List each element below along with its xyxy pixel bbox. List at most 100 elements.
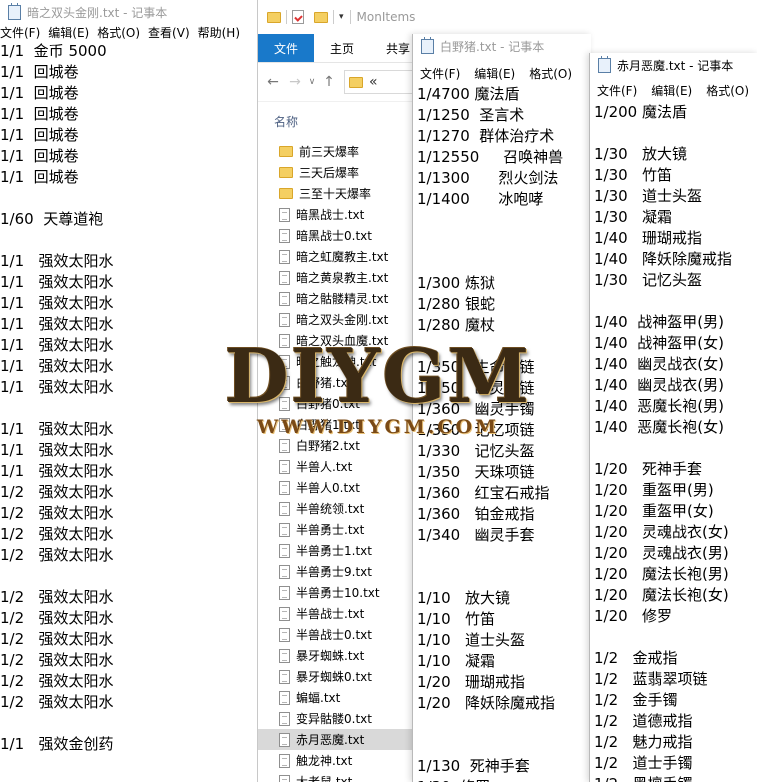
file-item[interactable]: 暗之骷髅精灵.txt <box>258 288 434 309</box>
file-name: 半兽统领.txt <box>296 502 365 516</box>
menu-file[interactable]: 文件(F) <box>420 65 460 82</box>
column-header-name[interactable]: 名称 <box>258 108 434 134</box>
file-item[interactable]: 白野猪2.txt <box>258 435 434 456</box>
text-line: 1/1 金币 5000 <box>0 42 107 60</box>
text-file-icon <box>279 480 290 495</box>
text-file-icon <box>279 249 290 264</box>
text-line: 1/1 强效太阳水 <box>0 441 114 459</box>
file-item[interactable]: 变异骷髅0.txt <box>258 708 434 729</box>
notepad-icon <box>8 2 21 20</box>
file-item[interactable]: 暗之双头金刚.txt <box>258 309 434 330</box>
text-area[interactable]: 1/4700 魔法盾 1/1250 圣言术 1/1270 群体治疗术 1/12550 … <box>417 84 591 782</box>
text-line: 1/1300 烈火剑法 <box>417 169 559 187</box>
file-name: 赤月恶魔.txt <box>296 733 365 747</box>
file-item[interactable]: 赤月恶魔.txt <box>258 729 434 750</box>
text-file-icon <box>279 354 290 369</box>
file-item[interactable]: 半兽战士.txt <box>258 603 434 624</box>
folder-item[interactable]: 三天后爆率 <box>258 162 434 183</box>
menu-edit[interactable]: 编辑(E) <box>651 82 692 99</box>
file-item[interactable]: 半兽勇士1.txt <box>258 540 434 561</box>
text-line <box>594 291 757 312</box>
text-line: 1/30 道士头盔 <box>594 187 702 205</box>
text-line: 1/360 红宝石戒指 <box>417 484 550 502</box>
back-arrow-icon[interactable]: ← <box>262 74 284 90</box>
text-file-icon <box>279 606 290 621</box>
menu-edit[interactable]: 编辑(E) <box>474 65 515 82</box>
folder-item[interactable]: 前三天爆率 <box>258 141 434 162</box>
file-item[interactable]: 暗黑战士0.txt <box>258 225 434 246</box>
text-area[interactable]: 1/200 魔法盾 1/30 放大镜 1/30 竹笛 1/30 道士头盔 1/30 凝霜… <box>594 102 757 782</box>
address-breadcrumb[interactable]: « <box>369 74 378 90</box>
file-item[interactable]: 白野猪1.txt <box>258 414 434 435</box>
text-line: 1/1 回城卷 <box>0 105 79 123</box>
menu-format[interactable]: 格式(O) <box>706 82 749 99</box>
text-file-icon <box>279 501 290 516</box>
file-item[interactable]: 半兽人.txt <box>258 456 434 477</box>
text-file-icon <box>279 753 290 768</box>
file-item[interactable]: 暗之黄泉教主.txt <box>258 267 434 288</box>
folder-icon <box>279 167 293 178</box>
file-item[interactable]: 蝙蝠.txt <box>258 687 434 708</box>
file-name: 半兽勇士1.txt <box>296 544 372 558</box>
menu-file[interactable]: 文件(F) <box>0 24 40 41</box>
text-file-icon <box>279 543 290 558</box>
notepad-icon <box>598 55 611 73</box>
text-line: 1/20 灵魂战衣(男) <box>594 544 729 562</box>
menu-edit[interactable]: 编辑(E) <box>48 24 89 41</box>
file-name: 半兽勇士9.txt <box>296 565 372 579</box>
tab-file[interactable]: 文件 <box>258 34 314 62</box>
file-item[interactable]: 触龙神.txt <box>258 750 434 771</box>
file-item[interactable]: 暗之虹魔教主.txt <box>258 246 434 267</box>
menu-file[interactable]: 文件(F) <box>597 82 637 99</box>
text-line <box>0 713 262 734</box>
file-item[interactable]: 大老鼠.txt <box>258 771 434 782</box>
text-line: 1/1250 圣言术 <box>417 106 525 124</box>
text-line: 1/30 修罗 <box>417 777 591 782</box>
file-item[interactable]: 白野猪.txt <box>258 372 434 393</box>
navigation-bar: ← → ∨ ↑ « <box>258 63 434 102</box>
window-title: 白野猪.txt - 记事本 <box>440 39 545 54</box>
text-file-icon <box>279 396 290 411</box>
text-line: 1/2 强效太阳水 <box>0 504 114 522</box>
file-item[interactable]: 暴牙蜘蛛0.txt <box>258 666 434 687</box>
text-line: 1/2 金戒指 <box>594 649 678 667</box>
text-line: 1/340 幽灵手套 <box>417 526 535 544</box>
recent-dropdown-icon[interactable]: ∨ <box>306 77 318 87</box>
up-arrow-icon[interactable]: ↑ <box>318 74 340 90</box>
file-item[interactable]: 暗黑战士.txt <box>258 204 434 225</box>
file-item[interactable]: 半兽勇士9.txt <box>258 561 434 582</box>
text-line: 1/40 恶魔长袍(女) <box>594 418 724 436</box>
tab-home[interactable]: 主页 <box>314 40 370 57</box>
menu-help[interactable]: 帮助(H) <box>198 24 240 41</box>
folder-item[interactable]: 三至十天爆率 <box>258 183 434 204</box>
menu-format[interactable]: 格式(O) <box>97 24 140 41</box>
text-area[interactable]: 1/1 金币 5000 1/1 回城卷 1/1 回城卷 1/1 回城卷 1/1 回城卷 1… <box>0 41 262 755</box>
text-line: 1/2 强效太阳水 <box>0 630 114 648</box>
text-line: 1/1 强效太阳水 <box>0 378 114 396</box>
text-file-icon <box>279 375 290 390</box>
file-item[interactable]: 半兽勇士.txt <box>258 519 434 540</box>
notepad-titlebar: 赤月恶魔.txt - 记事本 <box>590 53 757 77</box>
menu-bar: 文件(F) 编辑(E) 格式(O) <box>413 65 591 82</box>
file-item[interactable]: 暗之双头血魔.txt <box>258 330 434 351</box>
properties-icon[interactable] <box>292 10 304 24</box>
text-line: 1/2 道士手镯 <box>594 754 693 772</box>
file-item[interactable]: 半兽人0.txt <box>258 477 434 498</box>
file-item[interactable]: 半兽勇士10.txt <box>258 582 434 603</box>
file-item[interactable]: 暴牙蜘蛛.txt <box>258 645 434 666</box>
text-line: 1/1 强效金创药 <box>0 735 114 753</box>
file-name: 半兽勇士10.txt <box>296 586 380 600</box>
file-item[interactable]: 半兽战士0.txt <box>258 624 434 645</box>
forward-arrow-icon[interactable]: → <box>284 74 306 90</box>
file-item[interactable]: 半兽统领.txt <box>258 498 434 519</box>
menu-format[interactable]: 格式(O) <box>529 65 572 82</box>
file-item[interactable]: 暗之触龙神.txt <box>258 351 434 372</box>
text-line: 1/1 强效太阳水 <box>0 420 114 438</box>
quick-access-dropdown-icon[interactable]: ▾ <box>339 12 344 22</box>
menu-view[interactable]: 查看(V) <box>148 24 190 41</box>
file-item[interactable]: 白野猪0.txt <box>258 393 434 414</box>
window-title: MonItems <box>356 10 416 24</box>
file-name: 暴牙蜘蛛0.txt <box>296 670 372 684</box>
text-line: 1/10 竹笛 <box>417 610 495 628</box>
new-folder-icon[interactable] <box>314 11 328 23</box>
